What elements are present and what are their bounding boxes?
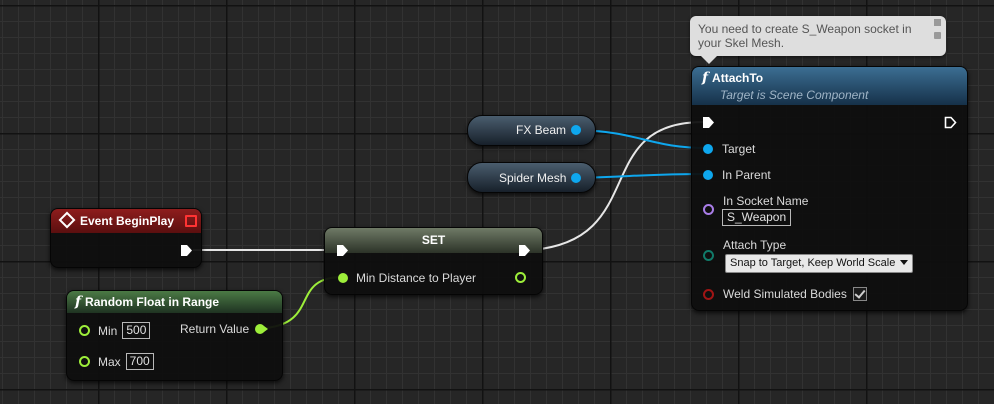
- collapse-comment-icon[interactable]: [934, 32, 941, 39]
- chevron-down-icon: [900, 260, 909, 265]
- weld-input-pin[interactable]: [703, 288, 714, 300]
- random-float-header[interactable]: f Random Float in Range: [67, 291, 282, 313]
- set-header[interactable]: SET: [325, 228, 542, 253]
- return-value-row: Return Value: [180, 322, 269, 336]
- min-value-input[interactable]: 500: [122, 322, 151, 339]
- set-node[interactable]: SET Min Distance to Player: [324, 227, 543, 295]
- attach-type-value: Snap to Target, Keep World Scale: [730, 257, 896, 269]
- comment-text: You need to create S_Weapon socket in yo…: [698, 22, 912, 50]
- attach-type-pin[interactable]: [703, 250, 714, 261]
- set-title: SET: [421, 233, 446, 247]
- function-icon: f: [702, 70, 709, 86]
- in-parent-label: In Parent: [722, 168, 771, 182]
- weld-checkbox[interactable]: [852, 287, 867, 301]
- target-input-pin[interactable]: [703, 144, 713, 154]
- exec-out-pin-attach[interactable]: [944, 116, 957, 129]
- return-value-label: Return Value: [180, 322, 250, 336]
- object-wire-fxbeam-to-target[interactable]: [579, 129, 709, 149]
- min-pin-row: Min 500: [79, 322, 151, 339]
- in-parent-row: In Parent: [703, 168, 771, 182]
- min-distance-input-pin[interactable]: [338, 273, 348, 283]
- spider-mesh-output-pin[interactable]: [571, 173, 581, 183]
- attach-type-dropdown[interactable]: Snap to Target, Keep World Scale: [725, 254, 914, 273]
- min-input-pin[interactable]: [79, 325, 90, 336]
- exec-out-pin-set[interactable]: [518, 244, 531, 257]
- exec-in-pin-attach[interactable]: [702, 116, 715, 129]
- attach-to-title: AttachTo: [712, 71, 764, 85]
- exec-in-pin-set[interactable]: [336, 244, 349, 257]
- exec-out-pin-beginplay[interactable]: [180, 244, 193, 257]
- pin-comment-icon[interactable]: [934, 19, 941, 26]
- event-beginplay-node[interactable]: Event BeginPlay: [50, 208, 202, 268]
- event-diamond-icon: [58, 211, 76, 229]
- event-beginplay-header[interactable]: Event BeginPlay: [51, 209, 201, 233]
- attach-to-node[interactable]: f AttachTo Target is Scene Component Targ…: [691, 66, 968, 311]
- min-label: Min: [98, 323, 118, 338]
- event-beginplay-title: Event BeginPlay: [80, 214, 175, 228]
- spider-mesh-variable-node[interactable]: Spider Mesh: [467, 162, 596, 193]
- comment-bubble[interactable]: You need to create S_Weapon socket in yo…: [690, 16, 946, 64]
- random-float-node[interactable]: f Random Float in Range Min 500 Max 700 R…: [66, 290, 283, 381]
- target-label: Target: [722, 142, 756, 156]
- return-value-pin[interactable]: [255, 324, 269, 334]
- in-socket-name-pin[interactable]: [703, 204, 714, 215]
- attach-type-label: Attach Type: [723, 238, 787, 252]
- in-parent-input-pin[interactable]: [703, 170, 713, 180]
- attach-to-header[interactable]: f AttachTo Target is Scene Component: [692, 67, 967, 105]
- delegate-pin-icon[interactable]: [185, 215, 197, 227]
- max-pin-row: Max 700: [79, 353, 154, 370]
- in-socket-name-input[interactable]: S_Weapon: [722, 209, 792, 226]
- attach-to-subtitle: Target is Scene Component: [720, 88, 869, 102]
- function-icon: f: [75, 294, 82, 310]
- weld-label: Weld Simulated Bodies: [723, 287, 847, 301]
- in-socket-name-label: In Socket Name: [723, 194, 809, 208]
- max-value-input[interactable]: 700: [125, 353, 154, 370]
- random-float-title: Random Float in Range: [85, 295, 220, 309]
- fx-beam-output-pin[interactable]: [571, 125, 581, 135]
- max-label: Max: [98, 354, 121, 369]
- min-distance-row: Min Distance to Player: [338, 271, 476, 285]
- fx-beam-variable-node[interactable]: FX Beam: [467, 115, 596, 146]
- target-row: Target: [703, 142, 755, 156]
- spider-mesh-label: Spider Mesh: [499, 171, 567, 185]
- min-distance-label: Min Distance to Player: [356, 271, 477, 285]
- object-wire-spidermesh-to-parent[interactable]: [579, 173, 709, 179]
- fx-beam-label: FX Beam: [516, 123, 567, 137]
- max-input-pin[interactable]: [79, 356, 90, 367]
- weld-row: Weld Simulated Bodies: [703, 287, 867, 301]
- min-distance-output-pin[interactable]: [515, 272, 526, 283]
